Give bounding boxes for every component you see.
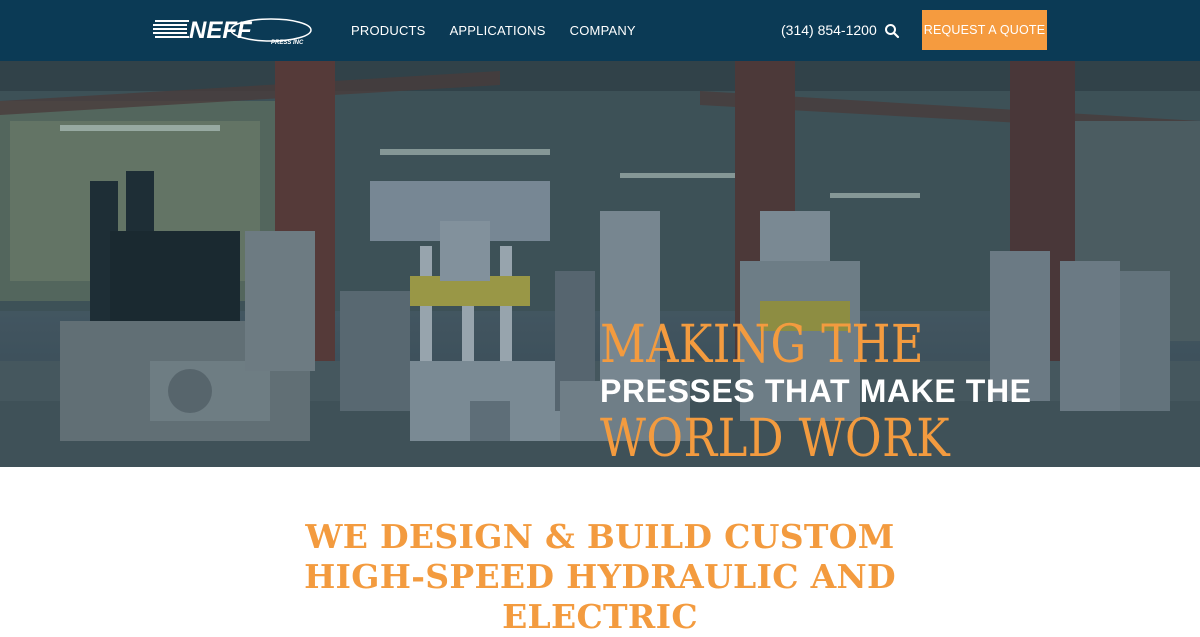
nav-company[interactable]: COMPANY: [570, 23, 636, 38]
phone-number[interactable]: (314) 854-1200: [781, 22, 877, 38]
intro-heading: WE DESIGN & BUILD CUSTOM HIGH-SPEED HYDR…: [304, 517, 896, 636]
hero-banner: MAKING THE PRESSES THAT MAKE THE WORLD W…: [0, 61, 1200, 467]
logo-subtext: PRESS INC: [271, 40, 304, 46]
intro-section: WE DESIGN & BUILD CUSTOM HIGH-SPEED HYDR…: [0, 467, 1200, 636]
site-header: NEFF PRESS INC PRODUCTS APPLICATIONS COM…: [0, 0, 1200, 61]
hero-line-1: MAKING THE: [600, 315, 925, 375]
nav-products[interactable]: PRODUCTS: [351, 23, 426, 38]
search-icon[interactable]: [884, 23, 900, 39]
hero-line-3: WORLD WORK: [600, 409, 951, 467]
nav-applications[interactable]: APPLICATIONS: [450, 23, 546, 38]
hero-line-2: PRESSES THAT MAKE THE: [600, 373, 1032, 409]
logo-text: NEFF: [189, 17, 253, 44]
main-nav: PRODUCTS APPLICATIONS COMPANY: [351, 0, 636, 61]
neff-logo[interactable]: NEFF PRESS INC: [153, 14, 313, 46]
request-quote-button[interactable]: REQUEST A QUOTE: [922, 10, 1047, 50]
hero-headline: MAKING THE PRESSES THAT MAKE THE WORLD W…: [600, 315, 1032, 467]
